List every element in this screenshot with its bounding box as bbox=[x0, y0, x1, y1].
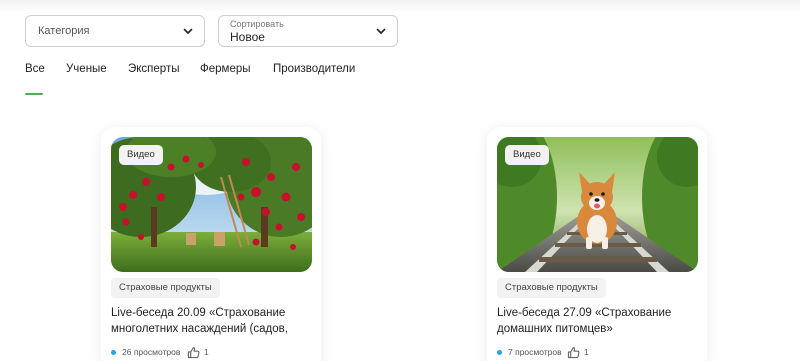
views-dot-icon bbox=[497, 350, 502, 355]
video-badge: Видео bbox=[119, 145, 163, 165]
tab-experts[interactable]: Эксперты bbox=[128, 63, 179, 75]
card-thumbnail-apple-orchard[interactable]: Видео bbox=[111, 137, 312, 272]
category-tag[interactable]: Страховые продукты bbox=[497, 278, 606, 298]
chevron-down-icon bbox=[183, 28, 193, 34]
card-meta: 26 просмотров 1 bbox=[111, 346, 221, 360]
active-tab-indicator bbox=[25, 93, 43, 95]
top-shadow bbox=[0, 0, 800, 14]
tab-farmers[interactable]: Фермеры bbox=[200, 63, 251, 75]
tab-scientists[interactable]: Ученые bbox=[66, 63, 107, 75]
tab-producers[interactable]: Производители bbox=[273, 63, 355, 75]
views-count: 26 просмотров bbox=[122, 347, 181, 357]
category-dropdown[interactable]: Категория bbox=[25, 15, 205, 47]
card-thumbnail-corgi[interactable]: Видео bbox=[497, 137, 698, 272]
video-card[interactable]: Видео Страховые продукты Live-беседа 27.… bbox=[487, 127, 707, 361]
views-dot-icon bbox=[111, 350, 116, 355]
thumbs-up-icon[interactable] bbox=[187, 346, 200, 359]
chevron-down-icon bbox=[376, 28, 386, 34]
card-meta: 7 просмотров 1 bbox=[497, 346, 597, 360]
category-tag[interactable]: Страховые продукты bbox=[111, 278, 220, 298]
card-title[interactable]: Live-беседа 20.09 «Страхование многолетн… bbox=[111, 305, 306, 337]
video-badge: Видео bbox=[505, 145, 549, 165]
likes-count: 1 bbox=[584, 347, 589, 357]
video-card[interactable]: Видео Страховые продукты Live-беседа 20.… bbox=[101, 127, 321, 361]
tab-all[interactable]: Все bbox=[25, 63, 45, 75]
category-placeholder: Категория bbox=[38, 25, 90, 37]
thumbs-up-icon[interactable] bbox=[567, 346, 580, 359]
sort-dropdown[interactable]: Сортировать Новое bbox=[218, 15, 398, 47]
views-count: 7 просмотров bbox=[508, 347, 562, 357]
sort-label: Сортировать bbox=[230, 19, 284, 29]
sort-value: Новое bbox=[230, 30, 265, 44]
likes-count: 1 bbox=[204, 347, 209, 357]
card-title[interactable]: Live-беседа 27.09 «Страхование домашних … bbox=[497, 305, 692, 337]
